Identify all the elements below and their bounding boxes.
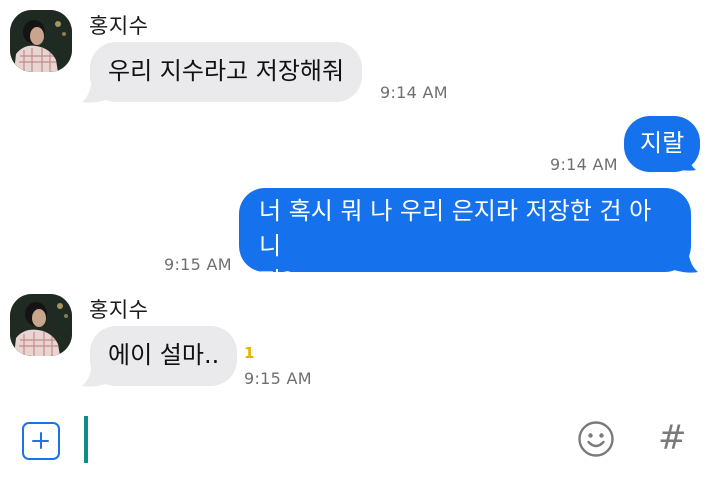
- unread-count: 1: [244, 344, 255, 362]
- message-text-line: 지?: [259, 267, 294, 295]
- message-timestamp: 9:15 AM: [164, 255, 232, 274]
- sender-name: 홍지수: [89, 14, 149, 38]
- message-timestamp: 9:14 AM: [550, 155, 618, 174]
- sender-avatar[interactable]: [10, 10, 72, 72]
- outgoing-message-bubble[interactable]: 지랄: [624, 116, 701, 172]
- message-text-line: 너 혹시 뭐 나 우리 은지라 저장한 건 아니: [259, 197, 652, 260]
- smiley-icon[interactable]: [577, 420, 615, 458]
- incoming-message-bubble[interactable]: 에이 설마..: [90, 326, 238, 386]
- hashtag-button[interactable]: #: [658, 418, 687, 458]
- message-timestamp: 9:15 AM: [244, 369, 312, 388]
- message-input[interactable]: [84, 416, 88, 463]
- sender-name: 홍지수: [89, 298, 149, 322]
- message-timestamp: 9:14 AM: [380, 83, 448, 102]
- incoming-message-bubble[interactable]: 우리 지수라고 저장해줘: [90, 42, 363, 102]
- outgoing-message-bubble[interactable]: 너 혹시 뭐 나 우리 은지라 저장한 건 아니 지?: [239, 188, 691, 295]
- sender-avatar[interactable]: [10, 294, 72, 356]
- plus-square-icon[interactable]: [22, 422, 60, 460]
